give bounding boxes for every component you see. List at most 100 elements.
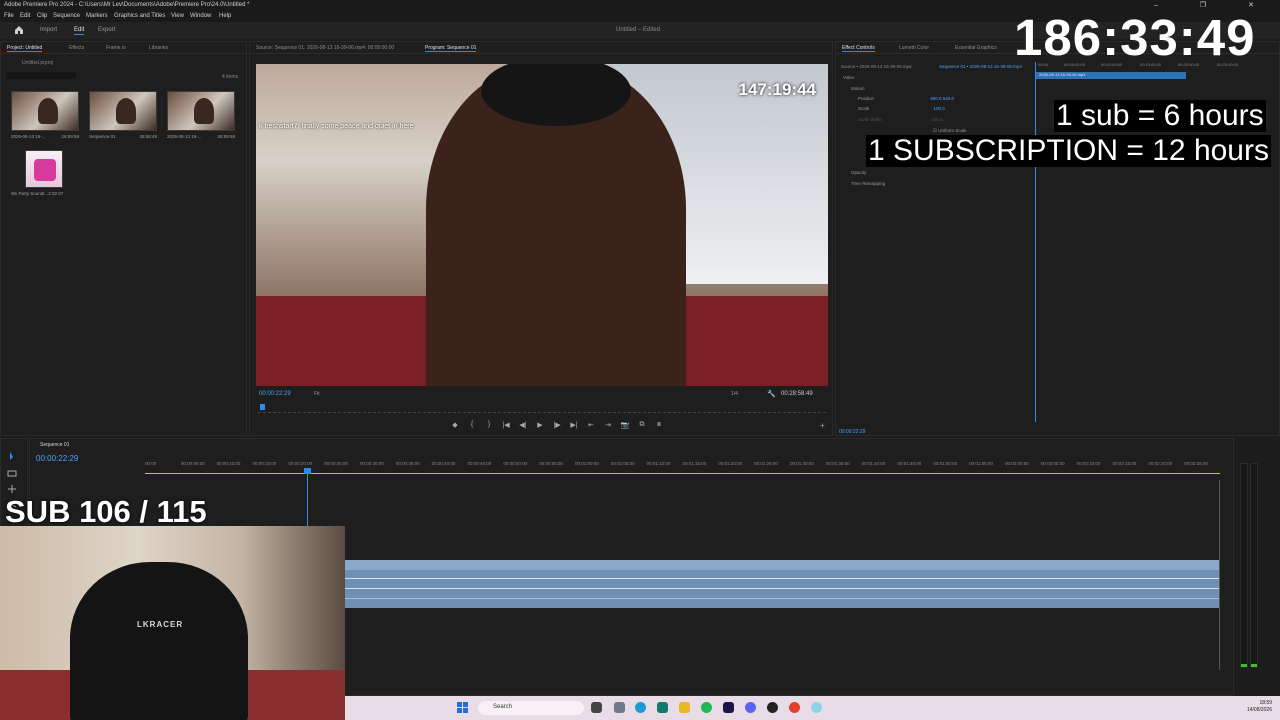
project-search-input[interactable] bbox=[6, 72, 76, 79]
project-item[interactable]: 2026-08-13 16-... 28:59:58 bbox=[167, 91, 235, 139]
clip-name: Sequence 01 bbox=[89, 134, 116, 139]
compare-icon[interactable]: ⧉ bbox=[637, 421, 647, 429]
add-marker-icon[interactable]: ◆ bbox=[450, 421, 460, 429]
ruler-tick-label: 00:00:10:00 bbox=[216, 461, 241, 466]
effect-sequence[interactable]: Sequence 01 • 2026-08-13 16-39-06.mp4 bbox=[939, 64, 1022, 69]
step-forward-icon[interactable]: |▶ bbox=[552, 421, 562, 429]
ruler-tick-label: 00:00:05:00 bbox=[180, 461, 205, 466]
menu-markers[interactable]: Markers bbox=[86, 13, 108, 19]
audio-thumbnail bbox=[25, 150, 63, 188]
premiere-icon[interactable] bbox=[723, 702, 734, 713]
ruler-tick-label: 00:01:45:00 bbox=[897, 461, 922, 466]
proxy-icon[interactable]: ⧈ bbox=[654, 421, 664, 429]
sub-goal-overlay: SUB 106 / 115 bbox=[5, 494, 207, 529]
tab-project[interactable]: Project: Untitled bbox=[7, 45, 43, 52]
store-icon[interactable] bbox=[657, 702, 668, 713]
go-to-out-icon[interactable]: ▶| bbox=[569, 421, 579, 429]
clip-duration: 28:59:58 bbox=[61, 134, 79, 139]
effect-opacity-row[interactable]: Opacity bbox=[851, 170, 866, 175]
menu-window[interactable]: Window bbox=[190, 13, 211, 19]
menu-file[interactable]: File bbox=[4, 13, 14, 19]
effect-section-video: Video bbox=[843, 75, 855, 80]
mark-in-icon[interactable]: { bbox=[467, 421, 477, 429]
effect-motion-row[interactable]: Motion bbox=[851, 86, 865, 91]
clock-date: 14/08/2026 bbox=[1246, 707, 1272, 713]
clip-thumbnail bbox=[11, 91, 79, 131]
discord-icon[interactable] bbox=[745, 702, 756, 713]
app-icon[interactable] bbox=[811, 702, 822, 713]
ruler-tick-label: 00:00:45:00 bbox=[467, 461, 492, 466]
menu-view[interactable]: View bbox=[171, 13, 184, 19]
settings-icon[interactable] bbox=[614, 702, 625, 713]
edge-icon[interactable] bbox=[635, 702, 646, 713]
menu-help[interactable]: Help bbox=[219, 13, 231, 19]
extract-icon[interactable]: ⇥ bbox=[603, 421, 613, 429]
ruler-tick-label: 00:00:25:00 bbox=[324, 461, 348, 466]
program-video-frame[interactable]: 147:19:44 k freshstart7: finally some pe… bbox=[256, 64, 828, 386]
effect-clip-bar[interactable]: 2026-08-13 16-39-06.mp4 bbox=[1036, 72, 1186, 79]
effect-label: Opacity bbox=[851, 170, 867, 175]
tab-libraries[interactable]: Libraries bbox=[149, 45, 168, 51]
taskbar-clock[interactable]: 18:59 14/08/2026 bbox=[1247, 700, 1272, 714]
effect-current-time[interactable]: 00:00:22:29 bbox=[839, 429, 865, 435]
tab-frameio[interactable]: Frame.io bbox=[106, 45, 126, 51]
home-icon[interactable] bbox=[14, 25, 24, 35]
clip-duration: 28:58:49 bbox=[139, 134, 157, 139]
menu-sequence[interactable]: Sequence bbox=[53, 13, 80, 19]
go-to-in-icon[interactable]: |◀ bbox=[501, 421, 511, 429]
mark-out-icon[interactable]: } bbox=[484, 421, 494, 429]
chrome-icon[interactable] bbox=[789, 702, 800, 713]
effect-position-row[interactable]: Position 960.0 540.0 bbox=[858, 96, 954, 101]
lift-icon[interactable]: ⇤ bbox=[586, 421, 596, 429]
tab-effects[interactable]: Effects bbox=[69, 45, 84, 51]
effect-time-remap-row[interactable]: Time Remapping bbox=[851, 181, 885, 186]
menu-graphics[interactable]: Graphics and Titles bbox=[114, 13, 165, 19]
timeline-playhead[interactable] bbox=[304, 468, 311, 528]
taskbar-search[interactable]: Search bbox=[478, 701, 584, 715]
effect-scale-row[interactable]: Scale 100.0 bbox=[858, 106, 945, 111]
effect-label: Scale bbox=[858, 106, 870, 111]
ruler-tick-label: 00:02:25:00 bbox=[1184, 461, 1208, 466]
export-frame-icon[interactable]: 📷 bbox=[620, 421, 630, 429]
start-icon[interactable] bbox=[457, 702, 468, 713]
tab-export[interactable]: Export bbox=[98, 27, 115, 33]
effect-value[interactable]: 960.0 540.0 bbox=[930, 96, 954, 101]
menu-clip[interactable]: Clip bbox=[37, 13, 47, 19]
tab-source[interactable]: Source: Sequence 01: 2026-08-13 16-39-06… bbox=[256, 45, 394, 51]
timeline-sequence-tab[interactable]: Sequence 01 bbox=[40, 442, 69, 448]
program-scrub-bar[interactable] bbox=[258, 404, 826, 413]
stream-timer-overlay: 147:19:44 bbox=[738, 80, 816, 99]
audio-meter-left bbox=[1240, 463, 1248, 668]
file-explorer-icon[interactable] bbox=[591, 702, 602, 713]
obs-icon[interactable] bbox=[767, 702, 778, 713]
webcam-overlay: LKRACER bbox=[0, 526, 345, 720]
play-icon[interactable]: ▶ bbox=[535, 421, 545, 429]
timeline-scrollbar[interactable] bbox=[1219, 480, 1224, 670]
zoom-select[interactable]: Fit bbox=[314, 391, 320, 397]
ruler-tick-label: 00:01:35:00 bbox=[825, 461, 850, 466]
tab-edit[interactable]: Edit bbox=[74, 27, 85, 35]
project-item[interactable]: Wii Party Soundt... 2:32:07 bbox=[11, 150, 63, 196]
tab-essential-graphics[interactable]: Essential Graphics bbox=[955, 45, 997, 51]
project-item[interactable]: Sequence 01 28:58:49 bbox=[89, 91, 157, 139]
project-item[interactable]: 2026-08-13 16-... 28:59:58 bbox=[11, 91, 79, 139]
wrench-icon[interactable]: 🔧 bbox=[767, 390, 776, 398]
timeline-current-time[interactable]: 00:00:22:29 bbox=[36, 454, 78, 463]
tab-import[interactable]: Import bbox=[40, 27, 57, 33]
tab-effect-controls[interactable]: Effect Controls bbox=[842, 45, 875, 52]
tab-program[interactable]: Program: Sequence 01 bbox=[425, 45, 477, 52]
effect-value[interactable]: 100.0 bbox=[934, 106, 945, 111]
step-back-icon[interactable]: ◀| bbox=[518, 421, 528, 429]
folder-icon[interactable] bbox=[679, 702, 690, 713]
spotify-icon[interactable] bbox=[701, 702, 712, 713]
ruler-tick-label: 00:01:25:00 bbox=[754, 461, 778, 466]
effect-scale-width-row: Scale Width 100.0 bbox=[858, 117, 943, 122]
tab-lumetri[interactable]: Lumetri Color bbox=[899, 45, 929, 51]
clip-name: 2026-08-13 16-... bbox=[11, 134, 46, 139]
playhead-marker[interactable] bbox=[260, 404, 265, 410]
menu-edit[interactable]: Edit bbox=[20, 13, 30, 19]
add-button-icon[interactable]: + bbox=[820, 421, 825, 430]
program-current-time[interactable]: 00:00:22:29 bbox=[259, 391, 291, 397]
resolution-select[interactable]: 1/4 bbox=[731, 391, 738, 397]
audio-clip[interactable] bbox=[345, 560, 1220, 608]
